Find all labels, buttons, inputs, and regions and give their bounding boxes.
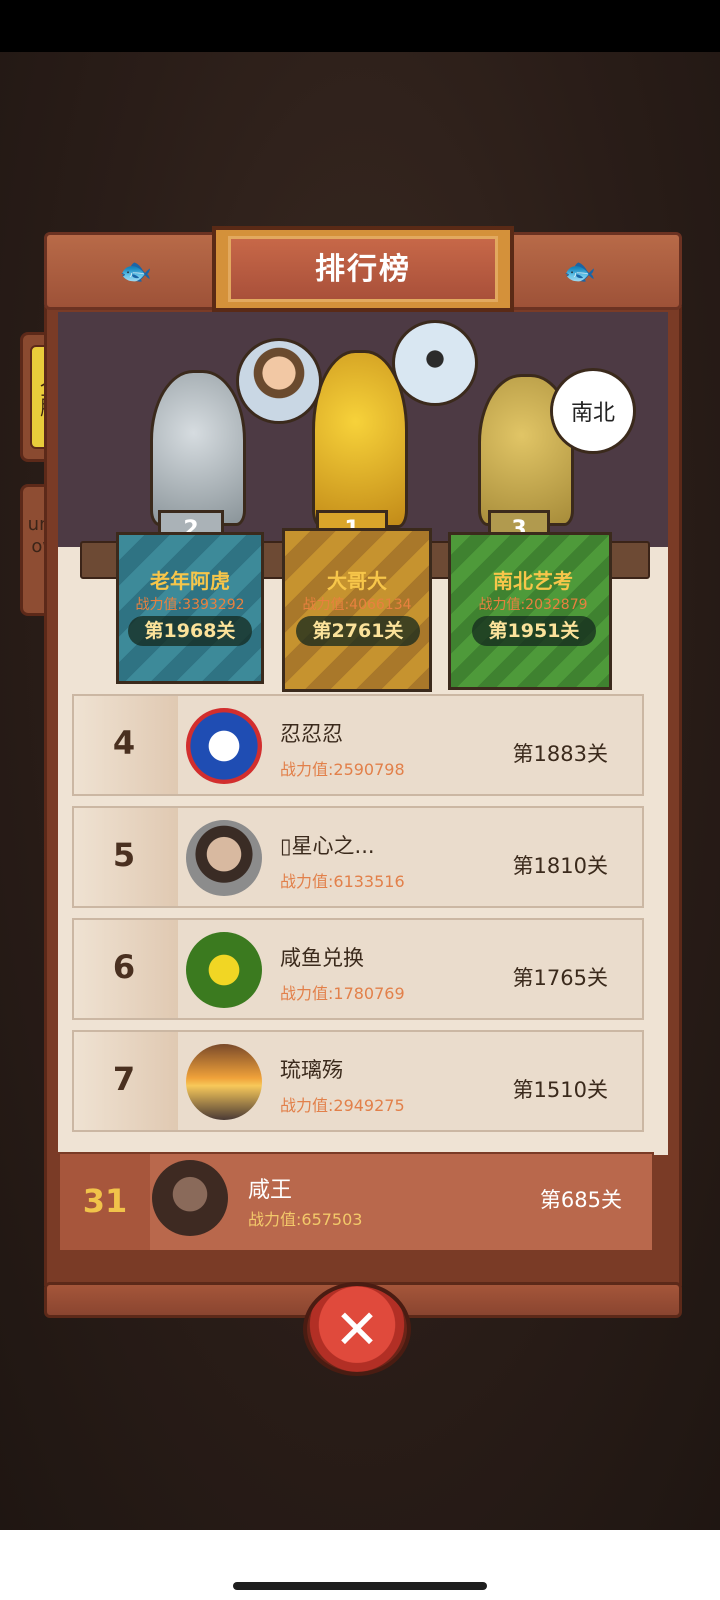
man-avatar[interactable]	[186, 820, 262, 896]
my-power: 战力值:657503	[248, 1210, 363, 1229]
ranking-row[interactable]: 4 忍忍忍 战力值:2590798 第1883关	[72, 694, 644, 796]
close-button[interactable]: ✕	[303, 1282, 411, 1376]
podium-power-1: 战力值:4066134	[302, 597, 412, 613]
avatar-rank-3-logo: 南北	[553, 371, 633, 451]
page-title: 排行榜	[315, 252, 411, 287]
podium-level-3: 第1951关	[472, 616, 596, 646]
podium-level-2: 第1968关	[128, 616, 252, 646]
my-name: 咸王	[248, 1178, 293, 1203]
my-rank-number: 31	[82, 1182, 128, 1220]
avatar-rank-1[interactable]	[392, 320, 478, 406]
my-level: 第685关	[539, 1188, 622, 1212]
podium-name-3: 南北艺考	[493, 569, 573, 593]
pepsi-avatar[interactable]	[186, 708, 262, 784]
avatar-rank-3[interactable]: 南北	[550, 368, 636, 454]
player-level: 第1510关	[512, 1078, 608, 1102]
fish-icon-left: 🐟	[119, 257, 153, 287]
my-avatar[interactable]	[152, 1160, 228, 1236]
my-ranking-row[interactable]: 31 咸王 战力值:657503 第685关	[58, 1152, 654, 1252]
silver-trophy-icon	[150, 370, 246, 526]
player-name: 琉璃殇	[280, 1058, 343, 1082]
player-power: 战力值:2590798	[280, 760, 405, 779]
podium-name-2: 老年阿虎	[150, 569, 230, 593]
player-name: 咸鱼兑换	[280, 946, 364, 970]
player-level: 第1810关	[512, 854, 608, 878]
rank-number: 4	[112, 724, 136, 762]
player-level: 第1883关	[512, 742, 608, 766]
player-power: 战力值:6133516	[280, 872, 405, 891]
podium-level-1: 第2761关	[296, 616, 420, 646]
rank-number: 5	[112, 836, 136, 874]
ranking-row[interactable]: 6 咸鱼兑换 战力值:1780769 第1765关	[72, 918, 644, 1020]
flower-avatar[interactable]	[186, 932, 262, 1008]
home-indicator[interactable]	[233, 1582, 487, 1590]
ranking-row[interactable]: 5 ▯星心之... 战力值:6133516 第1810关	[72, 806, 644, 908]
player-name: ▯星心之...	[280, 834, 375, 858]
sunset-avatar[interactable]	[186, 1044, 262, 1120]
rank-number: 6	[112, 948, 136, 986]
avatar-rank-2[interactable]	[236, 338, 322, 424]
ranking-row[interactable]: 7 琉璃殇 战力值:2949275 第1510关	[72, 1030, 644, 1132]
podium-power-3: 战力值:2032879	[478, 597, 588, 613]
player-level: 第1765关	[512, 966, 608, 990]
player-power: 战力值:1780769	[280, 984, 405, 1003]
rank-number: 7	[112, 1060, 136, 1098]
player-name: 忍忍忍	[280, 722, 343, 746]
fish-icon-right: 🐟	[563, 257, 597, 287]
podium-name-1: 大哥大	[327, 569, 387, 593]
status-bar	[0, 0, 720, 52]
close-icon: ✕	[334, 1297, 380, 1361]
player-power: 战力值:2949275	[280, 1096, 405, 1115]
podium-power-2: 战力值:3393292	[135, 597, 245, 613]
